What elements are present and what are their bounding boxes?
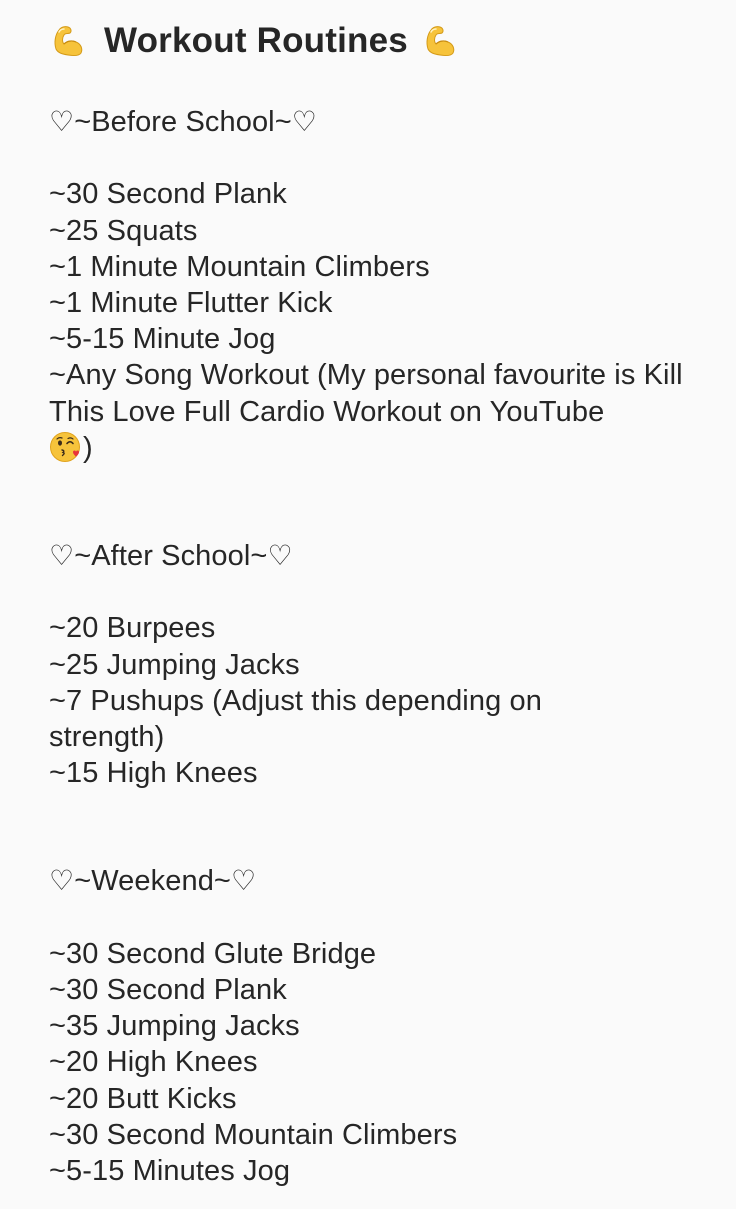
list-item: ~25 Jumping Jacks xyxy=(49,648,300,681)
routine-content: ♡~Before School~♡ ~30 Second Plank ~25 S… xyxy=(49,104,709,1189)
flexed-biceps-icon xyxy=(422,23,458,59)
list-item: ~20 Burpees xyxy=(49,612,216,645)
section-header: ♡~Before School~♡ xyxy=(49,104,709,140)
list-item: ~5-15 Minute Jog xyxy=(49,323,276,356)
list-item-text: ~Any Song Workout (My personal favourite… xyxy=(49,359,683,428)
face-blowing-kiss-icon xyxy=(49,431,81,463)
list-item: ~7 Pushups (Adjust this depending on str… xyxy=(49,684,542,754)
exercise-list: ~30 Second Glute Bridge ~30 Second Plank… xyxy=(49,936,709,1189)
list-item: ~1 Minute Flutter Kick xyxy=(49,287,333,319)
list-item: ~Any Song Workout (My personal favourite… xyxy=(49,357,709,466)
section-weekend: ♡~Weekend~♡ ~30 Second Glute Bridge ~30 … xyxy=(49,863,709,1189)
list-item: ~35 Jumping Jacks xyxy=(49,1010,300,1043)
exercise-list: ~30 Second Plank ~25 Squats ~1 Minute Mo… xyxy=(49,176,709,466)
section-header-text: ~After School~ xyxy=(74,540,268,573)
section-header-text: ~Before School~ xyxy=(74,106,292,138)
white-heart-icon: ♡ xyxy=(230,864,257,898)
white-heart-icon: ♡ xyxy=(291,105,317,138)
list-item-suffix: ) xyxy=(83,431,93,464)
list-item: ~20 High Knees xyxy=(49,1046,258,1079)
white-heart-icon: ♡ xyxy=(49,864,75,898)
flexed-biceps-icon xyxy=(50,23,86,59)
section-header: ♡~Weekend~♡ xyxy=(49,863,709,899)
white-heart-icon: ♡ xyxy=(267,539,293,573)
section-header: ♡~After School~♡ xyxy=(49,538,709,574)
section-header-text: ~Weekend~ xyxy=(74,865,231,898)
list-item: ~5-15 Minutes Jog xyxy=(49,1155,291,1188)
list-item: ~20 Butt Kicks xyxy=(49,1082,237,1115)
list-item: ~30 Second Plank xyxy=(49,974,287,1007)
list-item: ~30 Second Mountain Climbers xyxy=(49,1118,458,1151)
white-heart-icon: ♡ xyxy=(49,539,75,573)
list-item: ~30 Second Plank xyxy=(49,178,287,211)
list-item: ~1 Minute Mountain Climbers xyxy=(49,250,430,283)
page-title-text: Workout Routines xyxy=(104,21,408,60)
list-item: ~25 Squats xyxy=(49,214,198,247)
white-heart-icon: ♡ xyxy=(49,105,75,138)
exercise-list: ~20 Burpees ~25 Jumping Jacks ~7 Pushups… xyxy=(49,610,709,791)
list-item: ~30 Second Glute Bridge xyxy=(49,937,377,970)
page-title: Workout Routines xyxy=(50,18,458,64)
list-item: ~15 High Knees xyxy=(49,757,258,790)
section-after-school: ♡~After School~♡ ~20 Burpees ~25 Jumping… xyxy=(49,538,709,791)
section-before-school: ♡~Before School~♡ ~30 Second Plank ~25 S… xyxy=(49,104,709,466)
